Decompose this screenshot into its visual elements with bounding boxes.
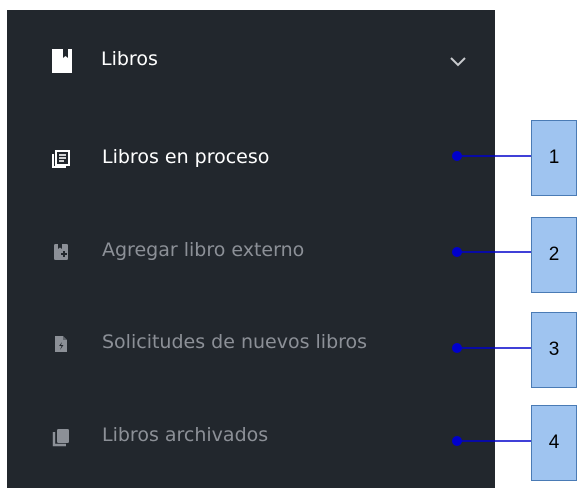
sidebar-item-label: Libros archivados [102,424,269,446]
callout-marker-4: 4 [531,405,577,481]
book-icon [48,47,76,75]
sidebar-item-libros-archivados[interactable]: Libros archivados [7,417,495,457]
sidebar-item-agregar-libro-externo[interactable]: Agregar libro externo [7,232,495,272]
file-request-icon [51,334,71,354]
book-add-icon [51,242,71,262]
sidebar-item-label: Agregar libro externo [102,239,305,261]
sidebar-item-label: Solicitudes de nuevos libros [102,331,368,353]
book-list-icon [51,149,71,169]
sidebar-item-libros-en-proceso[interactable]: Libros en proceso [7,139,495,179]
sidebar-item-label: Libros en proceso [102,146,270,168]
callout-marker-1: 1 [531,120,577,196]
sidebar-menu: Libros Libros en proceso Agregar libro e… [7,10,495,488]
sidebar-item-solicitudes-nuevos-libros[interactable]: Solicitudes de nuevos libros [7,324,495,364]
sidebar-section-libros[interactable]: Libros [7,38,495,82]
books-archived-icon [51,427,71,447]
callout-marker-3: 3 [531,312,577,388]
chevron-down-icon[interactable] [448,54,468,68]
callout-marker-2: 2 [531,217,577,293]
sidebar-section-label: Libros [101,48,158,70]
